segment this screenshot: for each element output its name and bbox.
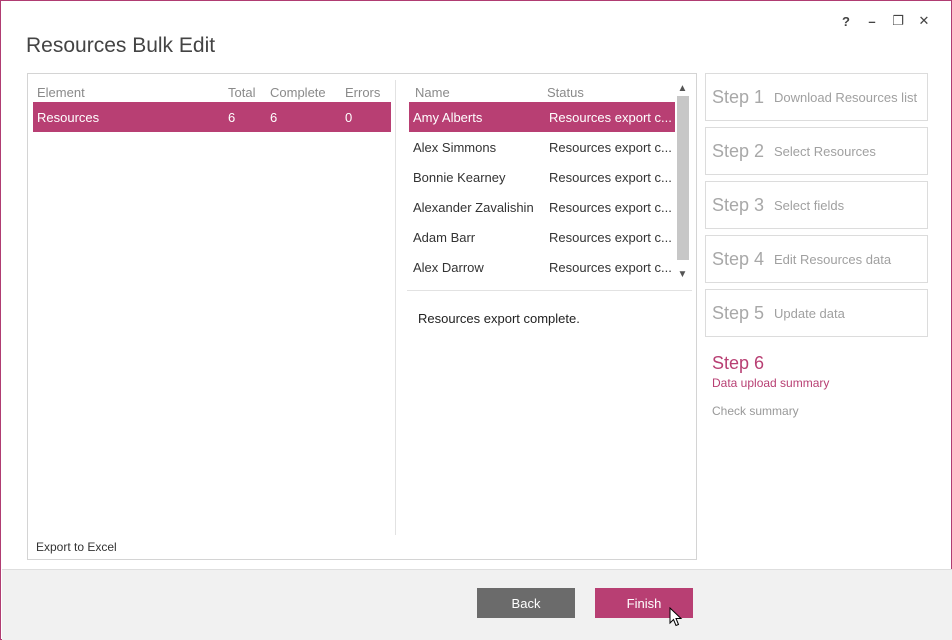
scroll-thumb[interactable] — [677, 96, 689, 260]
details-divider — [407, 290, 692, 291]
cell-errors: 0 — [345, 109, 353, 125]
current-step-label: Data upload summary — [712, 376, 830, 390]
wizard-steps: Step 1 Download Resources list Step 2 Se… — [705, 73, 928, 418]
step-label: Select Resources — [774, 143, 876, 159]
step-2: Step 2 Select Resources — [705, 127, 928, 175]
element-summary-grid: Element Total Complete Errors Resources … — [33, 82, 391, 132]
column-header-element[interactable]: Element — [33, 85, 228, 100]
bulk-edit-window: ? – ❐ ✕ Resources Bulk Edit Element Tota… — [0, 0, 952, 640]
table-row[interactable]: Alex Simmons Resources export c... — [409, 132, 675, 162]
step-label: Download Resources list — [774, 89, 918, 105]
scroll-track[interactable] — [675, 96, 690, 266]
status-grid-scrollbar[interactable]: ▲ ▼ — [675, 80, 690, 282]
export-to-excel-link[interactable]: Export to Excel — [36, 540, 117, 554]
step-5: Step 5 Update data — [705, 289, 928, 337]
restore-icon[interactable]: ❐ — [885, 11, 911, 31]
window-controls: ? – ❐ ✕ — [833, 11, 937, 31]
results-panel: Element Total Complete Errors Resources … — [27, 73, 697, 560]
cell-name: Alex Simmons — [413, 139, 497, 155]
cell-total: 6 — [228, 109, 236, 125]
table-row[interactable]: Bonnie Kearney Resources export c... — [409, 162, 675, 192]
step-3: Step 3 Select fields — [705, 181, 928, 229]
step-label: Update data — [774, 305, 845, 321]
cell-name: Alexander Zavalishin — [413, 199, 534, 215]
panel-divider — [395, 80, 396, 535]
close-icon[interactable]: ✕ — [911, 11, 937, 31]
column-header-name[interactable]: Name — [409, 85, 543, 100]
column-header-errors[interactable]: Errors — [345, 85, 391, 100]
table-row[interactable]: Resources 6 6 0 — [33, 102, 391, 132]
status-message: Resources export complete. — [418, 311, 580, 326]
step-6-current: Step 6 Data upload summary Check summary — [705, 353, 928, 418]
step-number: Step 4 — [712, 248, 765, 269]
table-row[interactable]: Amy Alberts Resources export c... — [409, 102, 675, 132]
step-number: Step 5 — [712, 302, 765, 323]
mouse-pointer-icon — [669, 607, 683, 627]
scroll-down-icon[interactable]: ▼ — [675, 266, 690, 282]
back-button[interactable]: Back — [477, 588, 575, 618]
step-label: Edit Resources data — [774, 251, 892, 267]
column-header-complete[interactable]: Complete — [270, 85, 345, 100]
step-number: Step 2 — [712, 140, 765, 161]
cell-status: Resources export c... — [549, 109, 672, 125]
footer-bar: Back Finish — [2, 569, 952, 640]
page-title: Resources Bulk Edit — [26, 34, 216, 57]
cell-name: Amy Alberts — [413, 109, 483, 125]
step-4: Step 4 Edit Resources data — [705, 235, 928, 283]
cell-element: Resources — [37, 109, 100, 125]
help-icon[interactable]: ? — [833, 11, 859, 31]
cell-complete: 6 — [270, 109, 278, 125]
step-number: Step 1 — [712, 86, 765, 107]
current-substep-label: Check summary — [712, 404, 799, 418]
cell-status: Resources export c... — [549, 259, 672, 275]
scroll-up-icon[interactable]: ▲ — [675, 80, 690, 96]
table-row[interactable]: Adam Barr Resources export c... — [409, 222, 675, 252]
step-1: Step 1 Download Resources list — [705, 73, 928, 121]
cell-status: Resources export c... — [549, 199, 672, 215]
cell-status: Resources export c... — [549, 139, 672, 155]
table-row[interactable]: Alexander Zavalishin Resources export c.… — [409, 192, 675, 222]
element-grid-header: Element Total Complete Errors — [33, 82, 391, 102]
cell-name: Adam Barr — [413, 229, 476, 245]
cell-name: Bonnie Kearney — [413, 169, 506, 185]
table-row[interactable]: Alex Darrow Resources export c... — [409, 252, 675, 282]
resource-status-grid: Name Status Amy Alberts Resources export… — [409, 82, 675, 282]
minimize-icon[interactable]: – — [859, 11, 885, 31]
step-number: Step 3 — [712, 194, 765, 215]
cell-status: Resources export c... — [549, 169, 672, 185]
step-label: Select fields — [774, 197, 845, 213]
column-header-status[interactable]: Status — [543, 85, 675, 100]
cell-status: Resources export c... — [549, 229, 672, 245]
current-step-number: Step 6 — [712, 353, 765, 373]
cell-name: Alex Darrow — [413, 259, 484, 275]
status-grid-header: Name Status — [409, 82, 675, 102]
column-header-total[interactable]: Total — [228, 85, 270, 100]
